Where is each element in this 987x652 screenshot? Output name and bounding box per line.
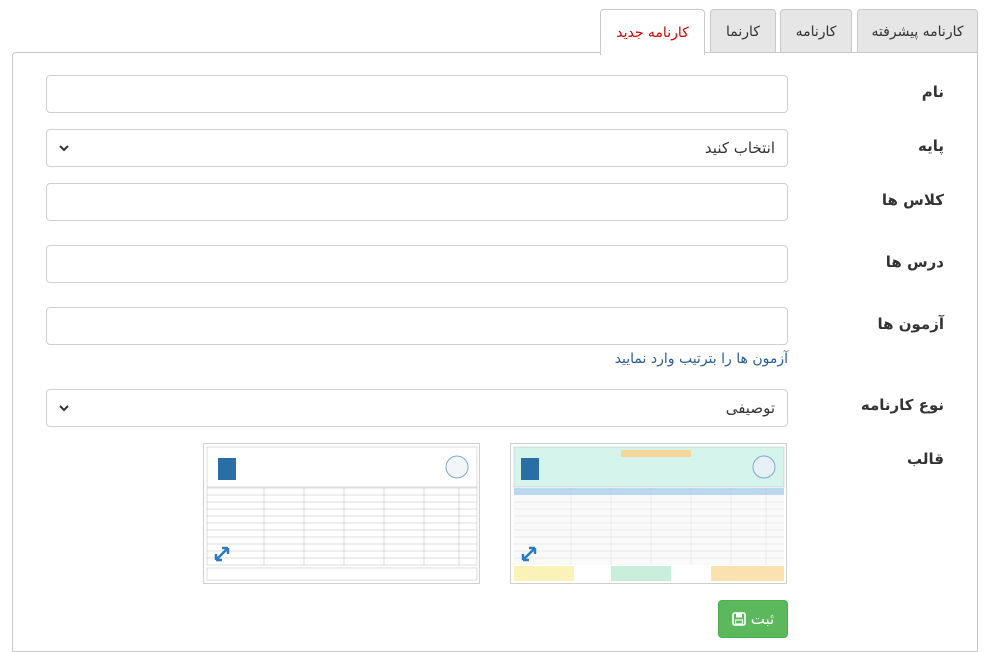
- chevron-down-icon: [59, 405, 69, 412]
- tab-report[interactable]: کارنامه: [780, 9, 852, 53]
- grade-select-value: انتخاب کنید: [704, 139, 775, 157]
- template-colored-thumbnail[interactable]: [510, 443, 787, 584]
- exams-input[interactable]: [46, 307, 788, 345]
- tab-karnama[interactable]: کارنما: [710, 9, 776, 53]
- tab-advanced-report[interactable]: کارنامه پیشرفته: [857, 9, 978, 53]
- name-input[interactable]: [46, 75, 788, 113]
- template-plain-thumbnail[interactable]: [203, 443, 480, 584]
- chevron-down-icon: [59, 145, 69, 152]
- report-type-value: توصیفی: [725, 399, 775, 417]
- tab-bar: کارنامه پیشرفته کارنامه کارنما کارنامه ج…: [0, 0, 987, 55]
- name-label: نام: [921, 83, 944, 101]
- save-button[interactable]: ثبت: [718, 600, 788, 638]
- exams-label: آزمون ها: [877, 315, 944, 333]
- save-button-label: ثبت: [750, 610, 775, 628]
- grade-select[interactable]: انتخاب کنید: [46, 129, 788, 167]
- tab-new-report[interactable]: کارنامه جدید: [600, 9, 705, 55]
- report-type-label: نوع کارنامه: [860, 396, 944, 414]
- lessons-input[interactable]: [46, 245, 788, 283]
- grade-label: پایه: [918, 137, 944, 155]
- classes-label: کلاس ها: [881, 191, 944, 209]
- template-label: قالب: [907, 450, 944, 468]
- template-colored-preview: [513, 446, 785, 581]
- report-type-select[interactable]: توصیفی: [46, 389, 788, 427]
- exams-hint: آزمون ها را بترتیب وارد نمایید: [614, 351, 788, 367]
- floppy-disk-icon: [731, 612, 746, 626]
- classes-input[interactable]: [46, 183, 788, 221]
- lessons-label: درس ها: [885, 253, 944, 271]
- template-plain-preview: [206, 446, 478, 581]
